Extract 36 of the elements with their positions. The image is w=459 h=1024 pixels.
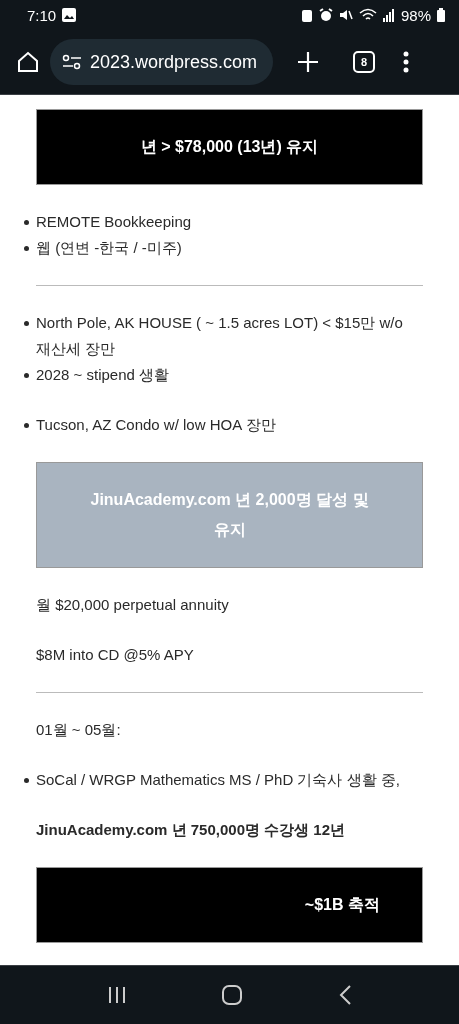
battery-icon — [437, 8, 445, 22]
banner: JinuAcademy.com 년 2,000명 달성 및 유지 — [36, 462, 423, 568]
recent-apps-button[interactable] — [108, 986, 127, 1004]
signal-icon — [382, 8, 395, 22]
list-item: Tucson, AZ Condo w/ low HOA 장만 — [36, 412, 423, 438]
paragraph: 월 $20,000 perpetual annuity — [36, 595, 230, 615]
bullet-icon — [24, 220, 29, 225]
mute-icon — [338, 8, 353, 22]
wifi-icon — [358, 8, 377, 22]
home-nav-button[interactable] — [222, 985, 243, 1005]
list-item: 2028 ~ stipend 생활 — [36, 362, 423, 388]
back-button[interactable] — [338, 985, 351, 1005]
banner: ~$1B 축적 — [36, 867, 423, 943]
bullet-icon — [24, 423, 29, 428]
alarm-icon — [318, 8, 333, 22]
list-item: SoCal / WRGP Mathematics MS / PhD 기숙사 생활 중, — [36, 767, 423, 793]
new-tab-button[interactable] — [297, 51, 319, 73]
list-item: 웹 (연변 -한국 / -미주) — [36, 235, 423, 261]
menu-button[interactable] — [403, 51, 409, 73]
list-item: North Pole, AK HOUSE ( ~ 1.5 acres LOT) < $15만 w/o 재산세 장만 — [36, 310, 423, 362]
battery-percent: 98% — [400, 6, 431, 24]
bullet-icon — [24, 373, 29, 378]
bullet-icon — [24, 778, 29, 783]
image-icon — [62, 8, 77, 22]
bold-paragraph: JinuAcademy.com 년 750,000명 수강생 12년 — [36, 820, 346, 840]
home-button[interactable] — [16, 50, 40, 74]
bullet-icon — [24, 321, 29, 326]
list-item: REMOTE Bookkeeping — [36, 209, 423, 235]
tune-icon[interactable] — [62, 54, 82, 70]
tab-count-button[interactable]: 8 — [353, 51, 375, 73]
status-time: 7:10 — [27, 6, 57, 24]
paragraph: $8M into CD @5% APY — [36, 645, 195, 665]
bullet-icon — [24, 246, 29, 251]
paragraph: 01월 ~ 05월: — [36, 720, 122, 740]
banner: 년 > $78,000 (13년) 유지 — [36, 109, 423, 185]
address-bar[interactable]: 2023.wordpress.com — [50, 39, 273, 85]
